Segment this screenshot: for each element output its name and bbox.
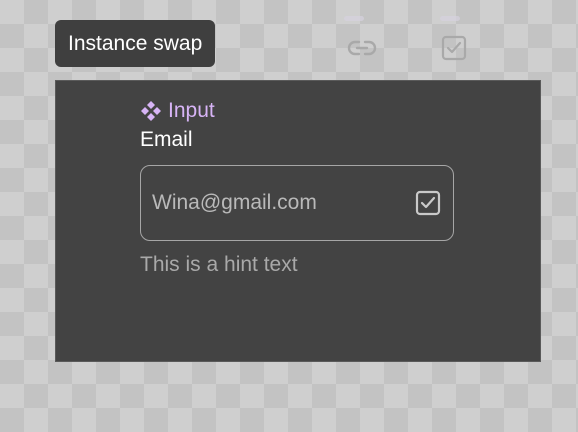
hint-text: This is a hint text (140, 253, 298, 276)
component-name[interactable]: Input (140, 98, 215, 124)
checkbox-indicator (440, 16, 460, 21)
component-preview-panel: Input Email Wina@gmail.com This is a hin… (55, 80, 541, 362)
email-field-value: Wina@gmail.com (152, 191, 317, 214)
component-name-text: Input (168, 99, 215, 122)
component-diamond-icon (140, 100, 162, 122)
checkbox-checked-icon[interactable] (414, 189, 442, 217)
link-indicator (344, 16, 364, 21)
email-field[interactable]: Wina@gmail.com (140, 165, 454, 241)
checkbox-icon[interactable] (438, 32, 470, 64)
email-field-label: Email (140, 128, 193, 151)
link-icon[interactable] (346, 32, 378, 64)
instance-swap-label: Instance swap (68, 32, 203, 55)
instance-swap-tag: Instance swap (55, 20, 216, 67)
